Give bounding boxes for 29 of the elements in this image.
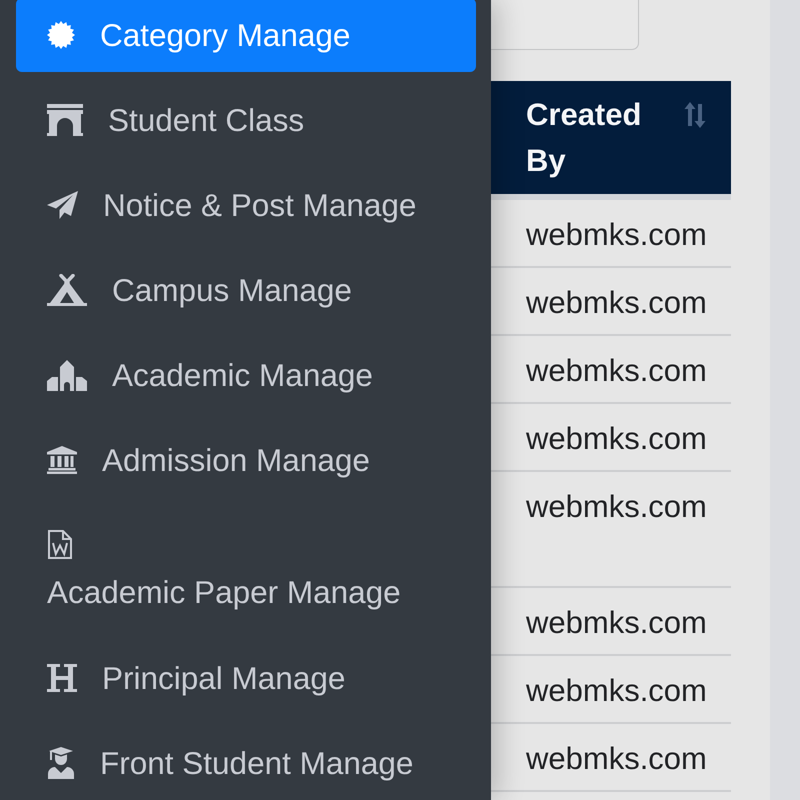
table-cell: webmks.com (526, 605, 707, 641)
sidebar-item[interactable]: Student Class (16, 83, 476, 157)
input-field[interactable] (491, 0, 639, 50)
table-cell: webmks.com (526, 673, 707, 709)
document-icon (47, 530, 73, 559)
sidebar-item[interactable]: Principal Manage (16, 641, 476, 715)
paper-plane-icon (47, 191, 78, 219)
table-cell: webmks.com (526, 217, 707, 253)
sort-icon[interactable] (683, 102, 707, 128)
tent-icon (47, 274, 87, 306)
sidebar-item[interactable]: Admission Manage (16, 423, 476, 497)
starburst-icon (47, 21, 75, 49)
heading-icon (47, 664, 77, 692)
archway-icon (47, 104, 83, 136)
chapel-icon (47, 359, 87, 391)
table-cell: webmks.com (526, 421, 707, 457)
sidebar-item[interactable]: Campus Manage (16, 253, 476, 327)
sidebar-item[interactable]: Academic Paper Manage (16, 508, 476, 630)
graduate-icon (47, 747, 75, 779)
table-cell: webmks.com (526, 353, 707, 389)
sidebar-item[interactable]: Category Manage (16, 0, 476, 72)
sidebar-item[interactable]: Academic Manage (16, 338, 476, 412)
sidebar-item[interactable]: Notice & Post Manage (16, 168, 476, 242)
table-cell: webmks.com (526, 741, 707, 777)
sidebar-item[interactable]: Front Student Manage (16, 726, 476, 800)
column-header: Created By (526, 96, 642, 180)
table-cell: webmks.com (526, 489, 707, 525)
landmark-icon (47, 446, 77, 474)
table-cell: webmks.com (526, 285, 707, 321)
